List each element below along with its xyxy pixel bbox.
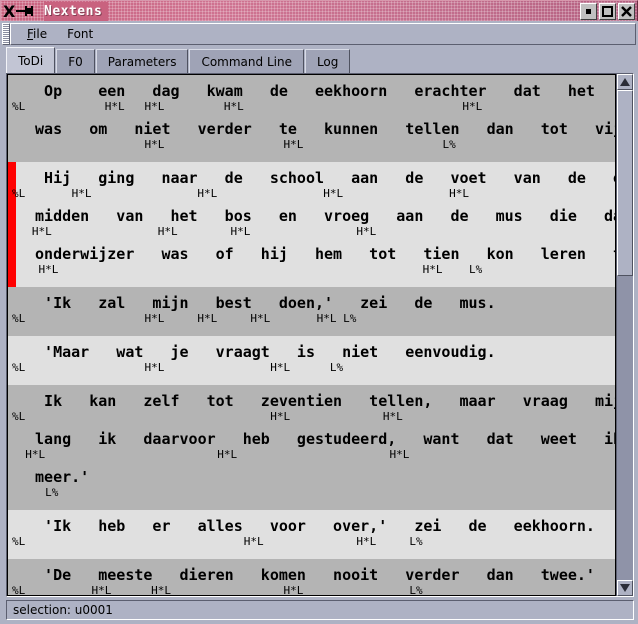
status-bar: selection: u0001 bbox=[6, 600, 634, 620]
transcript-line[interactable]: Ik kan zelf tot zeventien tellen, maar v… bbox=[8, 391, 615, 429]
scrollbar-thumb[interactable] bbox=[617, 90, 633, 277]
menu-bar-container: File Font bbox=[0, 21, 638, 45]
transcript-words: Hij ging naar de school aan de voet van … bbox=[44, 169, 615, 187]
tone-annotation-row: H*L H*L L% bbox=[12, 263, 483, 276]
title-bar[interactable]: X Nextens bbox=[0, 0, 638, 21]
tab-parameters[interactable]: Parameters bbox=[95, 49, 189, 73]
transcript-words: Ik kan zelf tot zeventien tellen, maar v… bbox=[44, 392, 615, 410]
window-title: Nextens bbox=[44, 1, 109, 21]
tab-log-label: Log bbox=[316, 54, 339, 69]
transcript-line[interactable]: Op een dag kwam de eekhoorn erachter dat… bbox=[8, 81, 615, 119]
transcript-words: lang ik daarvoor heb gestudeerd, want da… bbox=[35, 430, 615, 448]
tone-annotation-row: %L H*L H*L L% bbox=[12, 361, 344, 374]
status-bar-text: selection: u0001 bbox=[13, 603, 113, 617]
scrollbar-track[interactable] bbox=[617, 90, 633, 580]
transcript-line[interactable]: midden van het bos en vroeg aan de mus d… bbox=[8, 206, 615, 244]
transcript-paragraph[interactable]: Op een dag kwam de eekhoorn erachter dat… bbox=[8, 75, 615, 162]
maximize-button[interactable] bbox=[599, 2, 616, 20]
arrow-up-icon bbox=[620, 78, 630, 86]
transcript-words: midden van het bos en vroeg aan de mus d… bbox=[26, 207, 616, 225]
scroll-up-button[interactable] bbox=[617, 74, 633, 90]
transcript-line[interactable]: onderwijzer was of hij hem tot tien kon … bbox=[8, 244, 615, 282]
transcript-line[interactable]: meer.' L% bbox=[8, 467, 615, 505]
menu-bar: File Font bbox=[10, 23, 636, 45]
tone-annotation-row: L% bbox=[12, 486, 59, 499]
menu-drag-grip[interactable] bbox=[2, 23, 10, 45]
maximize-icon bbox=[602, 5, 613, 17]
menu-item-font-label: Font bbox=[67, 27, 94, 41]
tone-annotation-row: H*L H*L L% bbox=[12, 138, 456, 151]
application-window: X Nextens File Font ToDi F0 Parameters C… bbox=[0, 0, 638, 624]
transcript-words: Op een dag kwam de eekhoorn erachter dat… bbox=[44, 82, 595, 100]
transcript-paragraph[interactable]: 'De meeste dieren komen nooit verder dan… bbox=[8, 559, 615, 596]
close-icon bbox=[621, 5, 632, 17]
transcript-line[interactable]: 'Maar wat je vraagt is niet eenvoudig. %L… bbox=[8, 342, 615, 380]
transcript-paragraph[interactable]: 'Ik zal mijn best doen,' zei de mus. %L H… bbox=[8, 287, 615, 336]
transcript-line[interactable]: lang ik daarvoor heb gestudeerd, want da… bbox=[8, 429, 615, 467]
tab-bar: ToDi F0 Parameters Command Line Log bbox=[0, 45, 638, 73]
transcript-line[interactable]: Hij ging naar de school aan de voet van … bbox=[8, 168, 615, 206]
tab-f0-label: F0 bbox=[68, 54, 83, 69]
transcript-words: meer.' bbox=[26, 468, 90, 486]
transcript-line[interactable]: was om niet verder te kunnen tellen dan … bbox=[8, 119, 615, 157]
transcript-words: was om niet verder te kunnen tellen dan … bbox=[26, 120, 616, 138]
tab-log[interactable]: Log bbox=[304, 49, 351, 73]
transcript-line[interactable]: 'Ik heb er alles voor over,' zei de eekh… bbox=[8, 516, 615, 554]
tab-command-line-label: Command Line bbox=[201, 54, 292, 69]
menu-item-file[interactable]: File bbox=[17, 25, 57, 43]
tab-command-line[interactable]: Command Line bbox=[189, 49, 304, 73]
minimize-button[interactable] bbox=[580, 2, 597, 20]
tab-todi-label: ToDi bbox=[18, 53, 44, 68]
tone-annotation-row: H*L H*L H*L H*L bbox=[12, 225, 377, 238]
transcript-line[interactable]: 'Ik zal mijn best doen,' zei de mus. %L H… bbox=[8, 293, 615, 331]
tone-annotation-row: %L H*L H*L H*L H*L L% bbox=[12, 312, 357, 325]
tone-annotation-row: H*L H*L H*L bbox=[12, 448, 410, 461]
tone-annotation-row: %L H*L H*L H*L L% bbox=[12, 584, 423, 596]
transcript-paragraph[interactable]: 'Maar wat je vraagt is niet eenvoudig. %L… bbox=[8, 336, 615, 385]
tab-todi[interactable]: ToDi bbox=[6, 47, 56, 73]
window-controls bbox=[580, 2, 635, 20]
transcript-words: 'Maar wat je vraagt is niet eenvoudig. bbox=[26, 343, 496, 361]
transcript-panel: Op een dag kwam de eekhoorn erachter dat… bbox=[6, 73, 634, 597]
transcript-words: 'Ik heb er alles voor over,' zei de eekh… bbox=[26, 517, 595, 535]
arrow-down-icon bbox=[620, 584, 630, 592]
minimize-icon bbox=[586, 8, 591, 14]
status-bar-container: selection: u0001 bbox=[0, 597, 638, 624]
transcript-paragraph[interactable]: 'Ik heb er alles voor over,' zei de eekh… bbox=[8, 510, 615, 559]
transcript-paragraph[interactable]: Hij ging naar de school aan de voet van … bbox=[8, 162, 615, 287]
transcript-canvas[interactable]: Op een dag kwam de eekhoorn erachter dat… bbox=[7, 74, 616, 596]
scroll-down-button[interactable] bbox=[617, 580, 633, 596]
tab-parameters-label: Parameters bbox=[107, 54, 177, 69]
tone-annotation-row: %L H*L H*L H*L H*L bbox=[12, 187, 469, 200]
transcript-words: 'Ik zal mijn best doen,' zei de mus. bbox=[26, 294, 496, 312]
tone-annotation-row: %L H*L H*L H*L H*L bbox=[12, 100, 483, 113]
x11-logo-icon: X bbox=[2, 2, 46, 21]
close-button[interactable] bbox=[618, 2, 635, 20]
transcript-paragraph[interactable]: Ik kan zelf tot zeventien tellen, maar v… bbox=[8, 385, 615, 510]
tab-f0[interactable]: F0 bbox=[56, 49, 95, 73]
transcript-line[interactable]: 'De meeste dieren komen nooit verder dan… bbox=[8, 565, 615, 596]
tone-annotation-row: %L H*L H*L L% bbox=[12, 535, 423, 548]
transcript-words: 'De meeste dieren komen nooit verder dan… bbox=[26, 566, 595, 584]
tone-annotation-row: %L H*L H*L bbox=[12, 410, 403, 423]
transcript-words: onderwijzer was of hij hem tot tien kon … bbox=[26, 245, 616, 263]
menu-item-file-label: ile bbox=[33, 27, 48, 41]
svg-text:X: X bbox=[3, 3, 16, 20]
vertical-scrollbar[interactable] bbox=[616, 74, 633, 596]
menu-item-font[interactable]: Font bbox=[57, 25, 103, 43]
